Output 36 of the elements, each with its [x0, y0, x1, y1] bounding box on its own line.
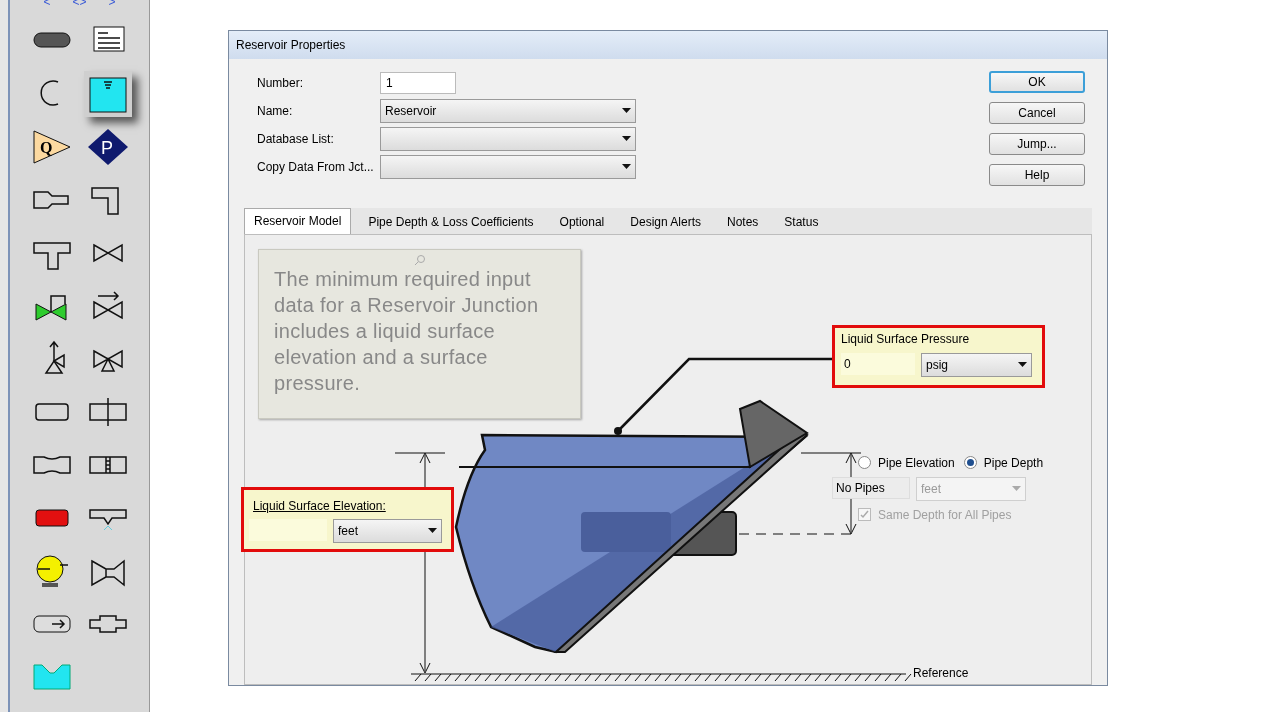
tab[interactable]: Reservoir Model — [244, 207, 352, 234]
field-label: Database List: — [256, 130, 335, 148]
pipes-field: No Pipes — [832, 476, 910, 499]
number-field[interactable]: 1 — [380, 71, 456, 94]
dialog-button[interactable]: Cancel — [989, 101, 1085, 124]
dropdown[interactable] — [380, 126, 636, 151]
dialog-button[interactable]: Jump... — [989, 132, 1085, 155]
tab[interactable]: Design Alerts — [621, 209, 710, 234]
unit-select[interactable]: psig — [921, 352, 1032, 377]
reference-label: Reference — [913, 664, 969, 682]
caret-icon — [1012, 486, 1021, 492]
check-icon — [860, 510, 869, 520]
radio-option[interactable]: Pipe Elevation — [858, 453, 955, 472]
pressure-field[interactable]: 0 — [841, 352, 915, 375]
name-select[interactable]: Reservoir — [380, 98, 636, 123]
caret-icon — [622, 108, 631, 114]
tab[interactable]: Optional — [550, 209, 614, 234]
tab[interactable]: Pipe Depth & Loss Coefficients — [359, 209, 543, 234]
elevation-label: Liquid Surface Elevation: — [253, 497, 387, 515]
unit-select[interactable]: feet — [333, 518, 442, 543]
dropdown[interactable] — [380, 154, 636, 179]
caret-icon — [428, 528, 437, 534]
caret-icon — [622, 164, 631, 170]
field-label: Number: — [256, 74, 304, 92]
caret-icon — [622, 136, 631, 142]
tab[interactable]: Notes — [718, 209, 768, 234]
tooltip-text: The minimum required input data for a Reservoir Junction includes a liquid surface elevation and a surface pressure. — [274, 266, 540, 396]
field-label: Name: — [256, 102, 294, 120]
pressure-label: Liquid Surface Pressure — [841, 330, 971, 348]
window-title: Reservoir Properties — [229, 31, 1107, 59]
caret-icon — [1018, 362, 1027, 368]
field-label: Copy Data From Jct... — [256, 158, 375, 176]
dialog-button[interactable]: OK — [989, 70, 1085, 93]
tab[interactable]: Status — [775, 209, 828, 234]
radio-option[interactable]: Pipe Depth — [963, 453, 1044, 472]
dialog-button[interactable]: Help — [989, 163, 1085, 186]
